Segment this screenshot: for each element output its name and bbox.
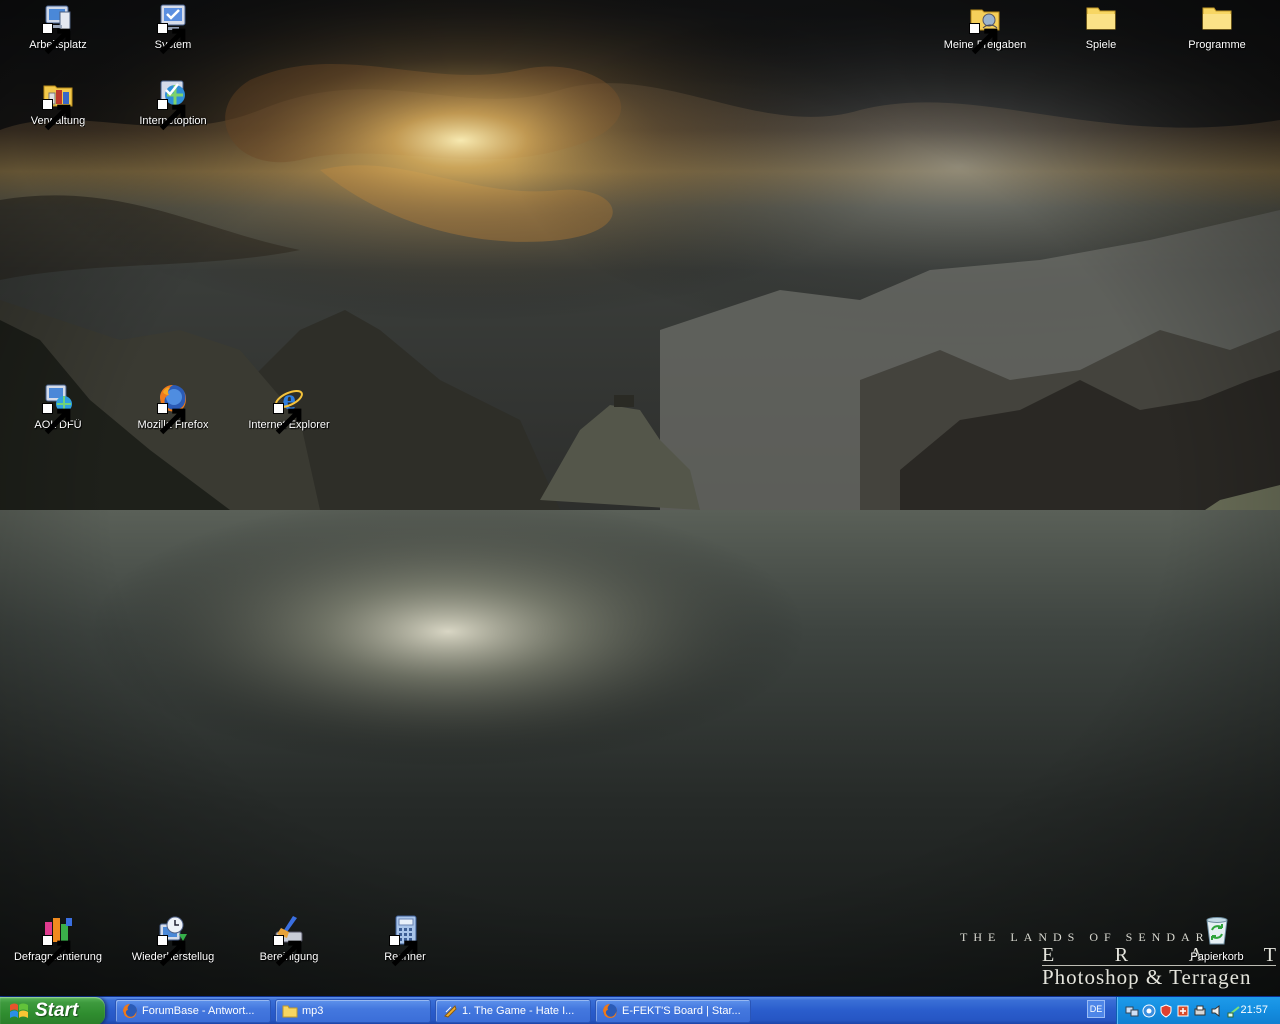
desktop-icon-programme[interactable]: Programme — [1167, 2, 1267, 64]
winamp-icon — [442, 1003, 458, 1019]
recycle-bin-icon — [1201, 914, 1233, 946]
internet-options-icon — [157, 78, 189, 131]
desktop-icon-internetoption[interactable]: Internetoption — [123, 78, 223, 140]
wallpaper-title-letter: R — [1114, 944, 1129, 966]
desktop-icon-arbeitsplatz[interactable]: Arbeitsplatz — [8, 2, 108, 64]
my-computer-icon — [42, 2, 74, 55]
desktop-icon-spiele[interactable]: Spiele — [1051, 2, 1151, 64]
folder-icon — [1201, 2, 1233, 34]
messenger-icon[interactable] — [1142, 1004, 1156, 1018]
calculator-icon — [389, 914, 421, 967]
taskbar-button-forumbase[interactable]: ForumBase - Antwort... — [115, 999, 271, 1023]
desktop-icon-label: Spiele — [1085, 39, 1117, 51]
folder-icon — [1085, 2, 1117, 34]
language-indicator[interactable]: DE — [1087, 1000, 1105, 1018]
desktop-icon-wiederherstellung[interactable]: Wiederherstellug — [123, 914, 223, 976]
wallpaper-title-letter: E — [1042, 944, 1055, 966]
taskbar-button-label: E-FEKT'S Board | Star... — [622, 1005, 741, 1017]
taskbar: Start ForumBase - Antwort... mp3 1. The … — [0, 996, 1280, 1024]
desktop-icon-papierkorb[interactable]: Papierkorb — [1167, 914, 1267, 976]
start-label: Start — [35, 1000, 79, 1021]
shared-folder-icon — [969, 2, 1001, 55]
firefox-icon — [122, 1003, 138, 1019]
taskbar-button-mp3[interactable]: mp3 — [275, 999, 431, 1023]
system-restore-icon — [157, 914, 189, 967]
network-icon[interactable] — [1125, 1004, 1139, 1018]
connection-icon[interactable] — [1227, 1004, 1241, 1018]
taskbar-button-label: ForumBase - Antwort... — [142, 1005, 255, 1017]
firefox-icon — [157, 382, 189, 435]
taskbar-button-efekts-board[interactable]: E-FEKT'S Board | Star... — [595, 999, 751, 1023]
start-button[interactable]: Start — [0, 997, 105, 1024]
desktop-icon-rechner[interactable]: Rechner — [355, 914, 455, 976]
internet-explorer-icon: e — [273, 382, 305, 435]
desktop-icon-internet-explorer[interactable]: e Internet Explorer — [239, 382, 339, 444]
folder-icon — [282, 1003, 298, 1019]
desktop-icon-defragmentierung[interactable]: Defragmentierung — [8, 914, 108, 976]
system-properties-icon — [157, 2, 189, 55]
taskbar-button-label: mp3 — [302, 1005, 324, 1017]
desktop-icon-meine-freigaben[interactable]: Meine Freigaben — [935, 2, 1035, 64]
desktop-icon-verwaltung[interactable]: Verwaltung — [8, 78, 108, 140]
disk-cleanup-icon — [273, 914, 305, 967]
desktop-wallpaper: THE LANDS OF SENDAR E R A T Photoshop & … — [0, 0, 1280, 996]
desktop-icon-label: Papierkorb — [1190, 951, 1244, 963]
printer-icon[interactable] — [1193, 1004, 1207, 1018]
desktop-icon-label: Programme — [1188, 39, 1246, 51]
administrative-tools-icon — [42, 78, 74, 131]
aol-dialup-icon — [42, 382, 74, 435]
windows-logo-icon — [8, 1001, 30, 1021]
desktop-icon-aol-dfu[interactable]: AOL DFÜ — [8, 382, 108, 444]
desktop-icon-bereinigung[interactable]: Bereinigung — [239, 914, 339, 976]
desktop-icon-mozilla-firefox[interactable]: Mozilla Firefox — [123, 382, 223, 444]
taskbar-button-winamp[interactable]: 1. The Game - Hate I... — [435, 999, 591, 1023]
desktop-icon-system[interactable]: System — [123, 2, 223, 64]
defragmenter-icon — [42, 914, 74, 967]
antivirus-icon[interactable] — [1176, 1004, 1190, 1018]
system-tray: 21:57 — [1116, 997, 1280, 1024]
taskbar-button-label: 1. The Game - Hate I... — [462, 1005, 575, 1017]
clock[interactable]: 21:57 — [1240, 1004, 1268, 1016]
security-icon[interactable] — [1159, 1004, 1173, 1018]
volume-icon[interactable] — [1210, 1004, 1224, 1018]
firefox-icon — [602, 1003, 618, 1019]
